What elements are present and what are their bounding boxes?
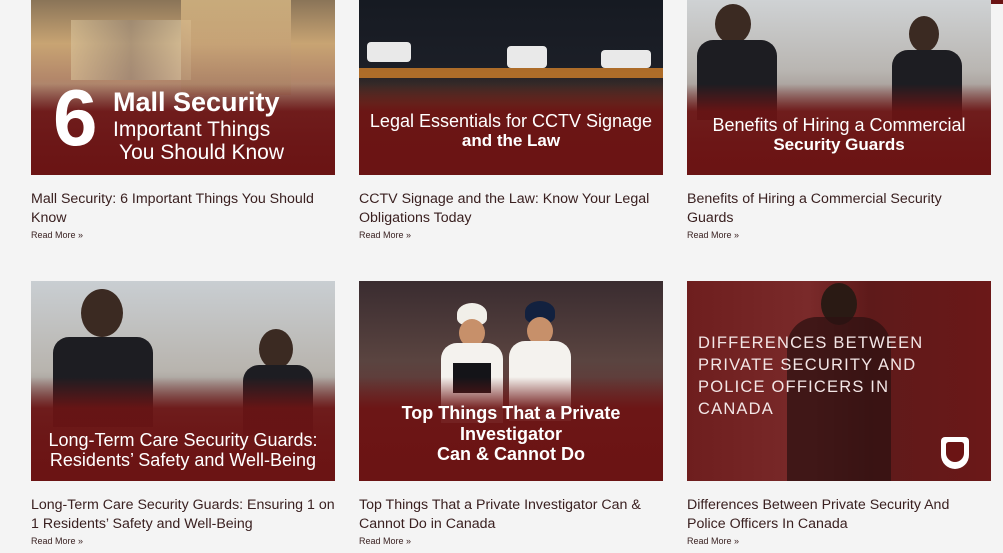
post-card-mall-security: 6 Mall Security Important Things You Sho… (31, 0, 335, 240)
overlay-line: PRIVATE SECURITY AND (698, 356, 917, 374)
post-title-link[interactable]: Differences Between Private Security And… (687, 496, 991, 533)
cctv-camera-icon (367, 42, 411, 62)
read-more-link[interactable]: Read More » (31, 230, 335, 240)
read-more-link[interactable]: Read More » (687, 536, 991, 546)
overlay-line: Mall Security (113, 87, 280, 117)
read-more-link[interactable]: Read More » (687, 230, 991, 240)
overlay-line: You Should Know (119, 140, 285, 164)
post-thumbnail[interactable]: Long-Term Care Security Guards: Resident… (31, 281, 335, 481)
post-thumbnail[interactable]: Top Things That a Private Investigator C… (359, 281, 663, 481)
post-title-link[interactable]: Long-Term Care Security Guards: Ensuring… (31, 496, 335, 533)
overlay-line: Security Guards (773, 135, 905, 155)
overlay-line: Can & Cannot Do (437, 444, 585, 465)
post-card-cctv-signage: Legal Essentials for CCTV Signage and th… (359, 0, 663, 240)
big-number-overlay: 6 (53, 73, 98, 162)
overlay-line: Residents’ Safety and Well-Being (49, 450, 317, 471)
cctv-camera-icon (507, 46, 547, 68)
overlay-line: and the Law (461, 131, 561, 151)
overlay-line: DIFFERENCES BETWEEN (698, 334, 924, 352)
overlay-line: CANADA (698, 400, 774, 418)
overlay-line: Investigator (459, 423, 563, 444)
post-title-link[interactable]: Mall Security: 6 Important Things You Sh… (31, 190, 335, 227)
post-thumbnail[interactable]: Benefits of Hiring a Commercial Security… (687, 0, 991, 175)
post-card-private-investigator: Top Things That a Private Investigator C… (359, 281, 663, 546)
overlay-line: Important Things (113, 117, 271, 141)
post-thumbnail[interactable]: 6 Mall Security Important Things You Sho… (31, 0, 335, 175)
post-title-link[interactable]: Top Things That a Private Investigator C… (359, 496, 663, 533)
overlay-line: Long-Term Care Security Guards: (48, 429, 318, 450)
post-thumbnail[interactable]: DIFFERENCES BETWEEN PRIVATE SECURITY AND… (687, 281, 991, 481)
read-more-link[interactable]: Read More » (359, 536, 663, 546)
overlay-line: Legal Essentials for CCTV Signage (369, 110, 653, 131)
post-title-link[interactable]: Benefits of Hiring a Commercial Security… (687, 190, 991, 227)
post-thumbnail[interactable]: Legal Essentials for CCTV Signage and th… (359, 0, 663, 175)
post-card-long-term-care: Long-Term Care Security Guards: Resident… (31, 281, 335, 546)
shield-logo-icon (941, 437, 969, 469)
overlay-line: POLICE OFFICERS IN (698, 378, 890, 396)
post-card-private-vs-police: DIFFERENCES BETWEEN PRIVATE SECURITY AND… (687, 281, 991, 546)
post-title-link[interactable]: CCTV Signage and the Law: Know Your Lega… (359, 190, 663, 227)
cctv-camera-icon (601, 50, 651, 68)
post-card-commercial-guards: Benefits of Hiring a Commercial Security… (687, 0, 991, 240)
read-more-link[interactable]: Read More » (359, 230, 663, 240)
overlay-line: Benefits of Hiring a Commercial (712, 114, 966, 135)
overlay-line: Top Things That a Private (401, 402, 621, 423)
read-more-link[interactable]: Read More » (31, 536, 335, 546)
